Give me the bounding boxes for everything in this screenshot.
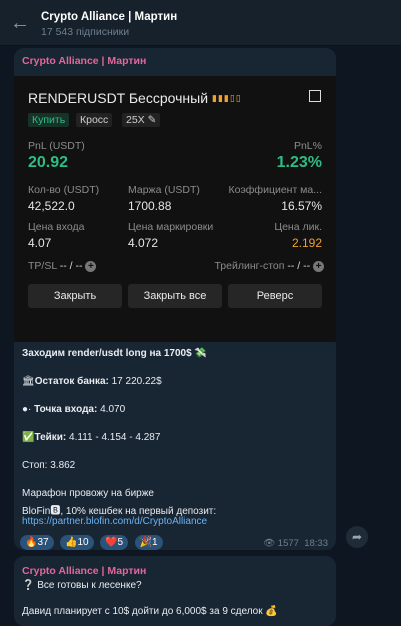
pair-title: RENDERUSDT Бессрочный bbox=[28, 90, 209, 106]
share-icon bbox=[309, 90, 321, 102]
takes-label: Тейки: bbox=[34, 432, 67, 443]
stop-line: Стоп: 3.862 bbox=[22, 460, 76, 471]
reaction-fire[interactable]: 🔥37 bbox=[20, 535, 54, 550]
message-line: Давид планирует с 10$ дойти до 6,000$ за… bbox=[22, 606, 278, 617]
close-all-button: Закрыть все bbox=[128, 284, 222, 308]
heart-icon: ❤️ bbox=[105, 537, 118, 548]
bank-label: Остаток банка: bbox=[34, 376, 109, 387]
margin-mode-tag: Кросс bbox=[76, 113, 113, 127]
check-icon: ✅ bbox=[22, 432, 35, 443]
edit-icon: ✎ bbox=[147, 114, 157, 126]
close-button: Закрыть bbox=[28, 284, 122, 308]
coef-value: 16.57% bbox=[281, 199, 322, 213]
coef-label: Коэффициент ма... bbox=[228, 184, 322, 196]
margin-value: 1700.88 bbox=[128, 199, 172, 213]
message-line: Марафон провожу на бирже bbox=[22, 488, 154, 499]
eye-icon: 👁 bbox=[263, 538, 276, 549]
sender-name[interactable]: Crypto Alliance | Мартин bbox=[22, 55, 146, 67]
bank-line: 🏛Остаток банка: 17 220.22$ bbox=[22, 376, 162, 387]
entry-line: ●· Точка входа: 4.070 bbox=[22, 404, 125, 415]
message-time: 18:33 bbox=[304, 538, 328, 549]
tpsl-row: TP/SL -- / -- + bbox=[28, 260, 97, 272]
plus-icon: + bbox=[313, 260, 324, 272]
pnl-label: PnL (USDT) bbox=[28, 140, 85, 152]
signal-bars-icon: ▮▮▮▯▯ bbox=[212, 93, 242, 103]
pnl-pct-label: PnL% bbox=[293, 140, 322, 152]
qty-value: 42,522.0 bbox=[28, 199, 75, 213]
plus-icon: + bbox=[85, 260, 97, 272]
mark-label: Цена маркировки bbox=[128, 221, 214, 233]
reaction-party[interactable]: 🎉1 bbox=[134, 535, 163, 550]
chat-header: ← Crypto Alliance | Мартин 17 543 підпис… bbox=[0, 0, 401, 46]
message-line: Заходим render/usdt long на 1700$ 💸 bbox=[22, 348, 207, 359]
reverse-button: Реверс bbox=[228, 284, 322, 308]
pnl-value: 20.92 bbox=[28, 154, 69, 171]
entry-label: Цена входа bbox=[28, 221, 85, 233]
reaction-count: 10 bbox=[77, 537, 89, 548]
bank-value: 17 220.22$ bbox=[108, 376, 162, 387]
trailing-row: Трейлинг-стоп -- / -- + bbox=[214, 260, 324, 272]
reaction-thumbs-up[interactable]: 👍10 bbox=[60, 535, 94, 550]
back-arrow-icon[interactable]: ← bbox=[10, 12, 32, 34]
message-bubble[interactable]: Заходим render/usdt long на 1700$ 💸 🏛Ост… bbox=[14, 342, 336, 550]
partner-link[interactable]: https://partner.blofin.com/d/CryptoAllia… bbox=[22, 516, 207, 527]
takes-value: 4.111 - 4.154 - 4.287 bbox=[66, 432, 161, 443]
view-count: 1577 bbox=[277, 538, 299, 549]
reaction-count: 1 bbox=[151, 537, 158, 548]
qty-label: Кол-во (USDT) bbox=[28, 184, 100, 196]
message-line: BloFin🅱, 10% кешбек на первый депозит: bbox=[22, 506, 217, 517]
message-line: ❔ Все готовы к лесенке? bbox=[22, 580, 142, 591]
leverage-tag: 25X ✎ bbox=[122, 113, 161, 127]
entry-value: 4.07 bbox=[28, 236, 52, 250]
bank-icon: 🏛 bbox=[22, 376, 35, 387]
entry-label: Точка входа: bbox=[34, 404, 98, 415]
liq-label: Цена лик. bbox=[274, 221, 322, 233]
reaction-heart[interactable]: ❤️5 bbox=[100, 535, 129, 550]
message-bubble[interactable]: Crypto Alliance | Мартин RENDERUSDT Бесс… bbox=[14, 48, 336, 348]
forward-button[interactable]: ➦ bbox=[346, 526, 368, 548]
tpsl-label: TP/SL bbox=[28, 260, 57, 272]
sender-name[interactable]: Crypto Alliance | Мартин bbox=[22, 565, 146, 577]
trailing-label: Трейлинг-стоп bbox=[214, 260, 285, 272]
trailing-value: -- / -- bbox=[287, 260, 311, 272]
liq-value: 2.192 bbox=[291, 236, 322, 250]
subscriber-count: 17 543 підписники bbox=[41, 26, 130, 38]
fire-icon: 🔥 bbox=[25, 537, 38, 548]
margin-label: Маржа (USDT) bbox=[128, 184, 200, 196]
entry-value: 4.070 bbox=[97, 404, 126, 415]
side-tag: Купить bbox=[28, 113, 70, 127]
thumbs-up-icon: 👍 bbox=[65, 537, 78, 548]
party-icon: 🎉 bbox=[139, 537, 152, 548]
mark-value: 4.072 bbox=[128, 236, 159, 250]
pnl-pct-value: 1.23% bbox=[276, 154, 322, 171]
leverage-value: 25X bbox=[126, 114, 145, 126]
message-meta: 👁 1577 18:33 bbox=[263, 538, 328, 549]
trade-screenshot: RENDERUSDT Бессрочный ▮▮▮▯▯ Купить Кросс… bbox=[14, 76, 336, 346]
reaction-count: 37 bbox=[37, 537, 49, 548]
takes-line: ✅Тейки: 4.111 - 4.154 - 4.287 bbox=[22, 432, 160, 443]
dot-icon: ●· bbox=[22, 404, 32, 415]
tpsl-value: -- / -- bbox=[59, 260, 83, 272]
reaction-count: 5 bbox=[117, 537, 124, 548]
reactions: 🔥37 👍10 ❤️5 🎉1 bbox=[20, 532, 165, 550]
channel-title[interactable]: Crypto Alliance | Мартин bbox=[41, 11, 177, 23]
message-bubble[interactable]: Crypto Alliance | Мартин ❔ Все готовы к … bbox=[14, 556, 336, 626]
